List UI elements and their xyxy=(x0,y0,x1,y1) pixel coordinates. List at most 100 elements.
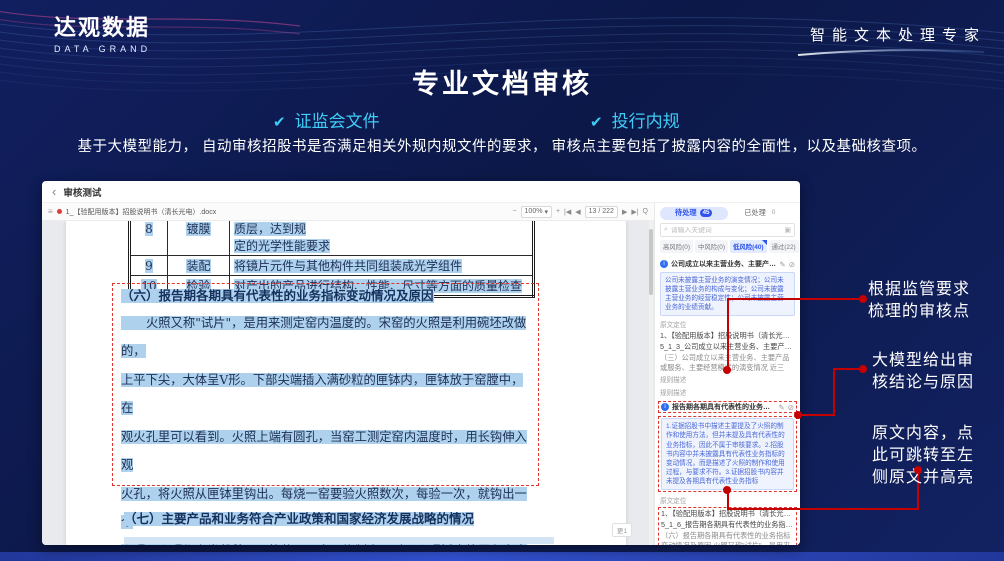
cell-desc: 将镜片元件与其他构件共同组装成光学组件 xyxy=(234,259,462,273)
document-toolbar: ≡ 1_【验配用版本】招股说明书（清长光电）.docx − 100% ▾ + |… xyxy=(42,203,654,221)
slide: 达观数据 DATA GRAND 智能文本处理专家 专业文档审核 ✔ 证监会文件 ✔… xyxy=(0,0,1004,561)
dismiss-icon[interactable]: ⊘ xyxy=(788,403,794,412)
check-icon: ✔ xyxy=(273,114,286,131)
filter-low-risk[interactable]: 低风险(40) xyxy=(730,240,767,253)
filter-passed[interactable]: 通过(22) xyxy=(769,240,799,253)
connector-dot xyxy=(794,411,802,419)
keyword-search: ⌕ ▣ xyxy=(660,223,795,237)
info-icon: i xyxy=(660,260,668,268)
cell-no: 8 xyxy=(145,222,153,236)
connector-line xyxy=(727,508,919,510)
tagline-underline xyxy=(796,46,986,58)
edit-icon[interactable]: ✎ xyxy=(778,403,784,412)
risk-filters: 高风险(0) 中风险(0) 低风险(40) 通过(22) xyxy=(660,240,795,253)
panel-tabs: 待处理 45 已处理 0 xyxy=(660,206,795,220)
tab-done-badge: 0 xyxy=(769,209,778,217)
selected-corner-icon xyxy=(762,240,767,245)
clipped-text-line xyxy=(124,537,554,544)
bullet-csrc: ✔ 证监会文件 xyxy=(273,107,380,132)
page-title: 专业文档审核 xyxy=(0,62,1004,101)
tab-done[interactable]: 已处理 0 xyxy=(728,207,796,220)
brand-logo-cn: 达观数据 xyxy=(54,10,151,42)
section6-title: （六）报告期各期具有代表性的业务指标变动情况及原因 xyxy=(121,289,434,303)
filter-low-risk-label: 低风险(40) xyxy=(733,244,764,251)
search-icon: ⌕ xyxy=(664,226,668,234)
connector-line xyxy=(798,414,835,416)
connector-line xyxy=(833,368,835,416)
prev-page-button[interactable]: ◀ xyxy=(575,208,580,216)
tab-pending[interactable]: 待处理 45 xyxy=(660,207,728,220)
review-card-header-annotated[interactable]: i 报告期各期具有代表性的业务指标变动情况及原因 ✎ ⊘ xyxy=(658,401,797,413)
page-badge[interactable]: 更1 xyxy=(612,523,632,537)
tab-done-label: 已处理 xyxy=(744,208,766,218)
back-button[interactable]: ‹ xyxy=(52,185,56,198)
bullet-internal: ✔ 投行内规 xyxy=(590,107,680,132)
cell-no: 9 xyxy=(145,259,153,273)
section7-title: （七）主要产品和业务符合产业政策和国家经济发展战略的情况 xyxy=(124,512,474,526)
modified-dot-icon xyxy=(57,209,62,214)
review-app-window: ‹ 审核测试 ≡ 1_【验配用版本】招股说明书（清长光电）.docx − 100… xyxy=(42,181,800,545)
card1-title: 公司成立以来主营业务、主要产品或服务、主要… xyxy=(671,259,776,269)
brand-tagline: 智能文本处理专家 xyxy=(796,24,986,63)
paragraph-line: 观火孔里可以看到。火照上端有圆孔，当窑工测定窑内温度时，用长钩伸入观 xyxy=(121,430,527,473)
zoom-in-button[interactable]: + xyxy=(556,208,560,215)
card2-doc-link[interactable]: 1、【验配用版本】招股说明书（清长光电）.docx xyxy=(661,509,794,519)
cell-desc: 在镜片光学表面通过物理或化学的方法沉积若干光学物质层，达到规 定的光学性能要求 xyxy=(234,221,522,253)
tab-pending-label: 待处理 xyxy=(675,208,697,218)
brand-tagline-text: 智能文本处理专家 xyxy=(796,24,986,45)
filter-high-risk[interactable]: 高风险(0) xyxy=(660,240,693,253)
scrollbar-thumb[interactable] xyxy=(649,229,653,295)
connector-dot xyxy=(723,486,731,494)
zoom-level: 100% xyxy=(525,208,543,215)
brand-logo: 达观数据 DATA GRAND xyxy=(54,10,151,54)
cell-name: 装配 xyxy=(186,259,210,273)
search-input[interactable] xyxy=(671,227,781,234)
annotation-ai-conclusion: 大模型给出审 核结论与原因 xyxy=(872,350,974,394)
card2-source-box-annotated: 1、【验配用版本】招股说明书（清长光电）.docx 5_1_6_报告期各期具有代… xyxy=(658,507,797,545)
app-title: 审核测试 xyxy=(63,185,101,199)
cell-name: 镀膜 xyxy=(186,222,210,236)
rule-label: 规则描述 xyxy=(660,387,795,397)
bullet-csrc-label: 证监会文件 xyxy=(295,112,380,131)
filter-icon[interactable]: ▣ xyxy=(784,226,791,234)
connector-line xyxy=(727,298,729,370)
next-page-button[interactable]: ▶ xyxy=(622,208,627,216)
last-page-button[interactable]: ▶| xyxy=(631,208,638,216)
zoom-select[interactable]: 100% ▾ xyxy=(521,206,552,218)
section7-heading: （七）主要产品和业务符合产业政策和国家经济发展战略的情况 xyxy=(124,510,474,529)
bullet-internal-label: 投行内规 xyxy=(612,112,680,131)
search-icon[interactable]: Q xyxy=(643,208,648,215)
filter-mid-risk[interactable]: 中风险(0) xyxy=(695,240,728,253)
tab-pending-badge: 45 xyxy=(700,209,713,217)
connector-dot xyxy=(859,295,867,303)
review-card-header[interactable]: i 公司成立以来主营业务、主要产品或服务、主要… ✎ ⊘ xyxy=(660,258,795,270)
connector-dot xyxy=(723,366,731,374)
annotation-review-points: 根据监管要求 梳理的审核点 xyxy=(868,279,970,323)
bottom-accent-bar xyxy=(0,552,1004,561)
rule-label: 规则描述 xyxy=(660,374,795,384)
document-page: 8 镀膜 在镜片光学表面通过物理或化学的方法沉积若干光学物质层，达到规 定的光学… xyxy=(66,221,626,545)
card2-excerpt[interactable]: （六）报告期各期具有代表性的业务指标变动情况及原因 火照又称"试片"，是用来测定… xyxy=(661,531,794,545)
menu-icon[interactable]: ≡ xyxy=(48,207,53,216)
document-viewport: 8 镀膜 在镜片光学表面通过物理或化学的方法沉积若干光学物质层，达到规 定的光学… xyxy=(42,221,654,545)
highlighted-section-box: （六）报告期各期具有代表性的业务指标变动情况及原因 火照又称"试片"，是用来测定… xyxy=(112,283,539,486)
card2-anchor-link[interactable]: 5_1_6_报告期各期具有代表性的业务指标变动情况及原因 xyxy=(661,520,794,530)
table-row: 9 装配 将镜片元件与其他构件共同组装成光学组件 xyxy=(130,256,534,276)
dismiss-icon[interactable]: ⊘ xyxy=(789,260,795,269)
edit-icon[interactable]: ✎ xyxy=(779,260,785,269)
check-icon: ✔ xyxy=(590,114,603,131)
table-row: 8 镀膜 在镜片光学表面通过物理或化学的方法沉积若干光学物质层，达到规 定的光学… xyxy=(130,221,534,256)
zoom-out-button[interactable]: − xyxy=(512,208,516,215)
connector-dot xyxy=(914,466,922,474)
page-indicator[interactable]: 13 / 222 xyxy=(585,206,618,218)
annotation-source-jump: 原文内容，点 此可跳转至左 侧原文并高亮 xyxy=(872,423,974,489)
card2-title: 报告期各期具有代表性的业务指标变动情况及原因 xyxy=(672,402,775,412)
document-scrollbar[interactable] xyxy=(649,221,653,545)
card2-ai-result: 1.证据招股书中描述主要提及了火照的制作和使用方法，但并未提及具有代表性的业务指… xyxy=(661,418,794,490)
file-tab[interactable]: 1_【验配用版本】招股说明书（清长光电）.docx xyxy=(66,207,217,217)
first-page-button[interactable]: |◀ xyxy=(564,208,571,216)
slide-description: 基于大模型能力， 自动审核招股书是否满足相关外规内规文件的要求， 审核点主要包括… xyxy=(0,135,1004,156)
app-header: ‹ 审核测试 xyxy=(42,181,800,203)
paragraph-line: 火照又称"试片"，是用来测定窑内温度的。宋窑的火照是利用碗坯改做的， xyxy=(121,316,526,359)
paragraph-line: 上平下尖，大体呈V形。下部尖端插入满砂粒的匣钵内，匣钵放于窑膛中，在 xyxy=(121,373,523,416)
